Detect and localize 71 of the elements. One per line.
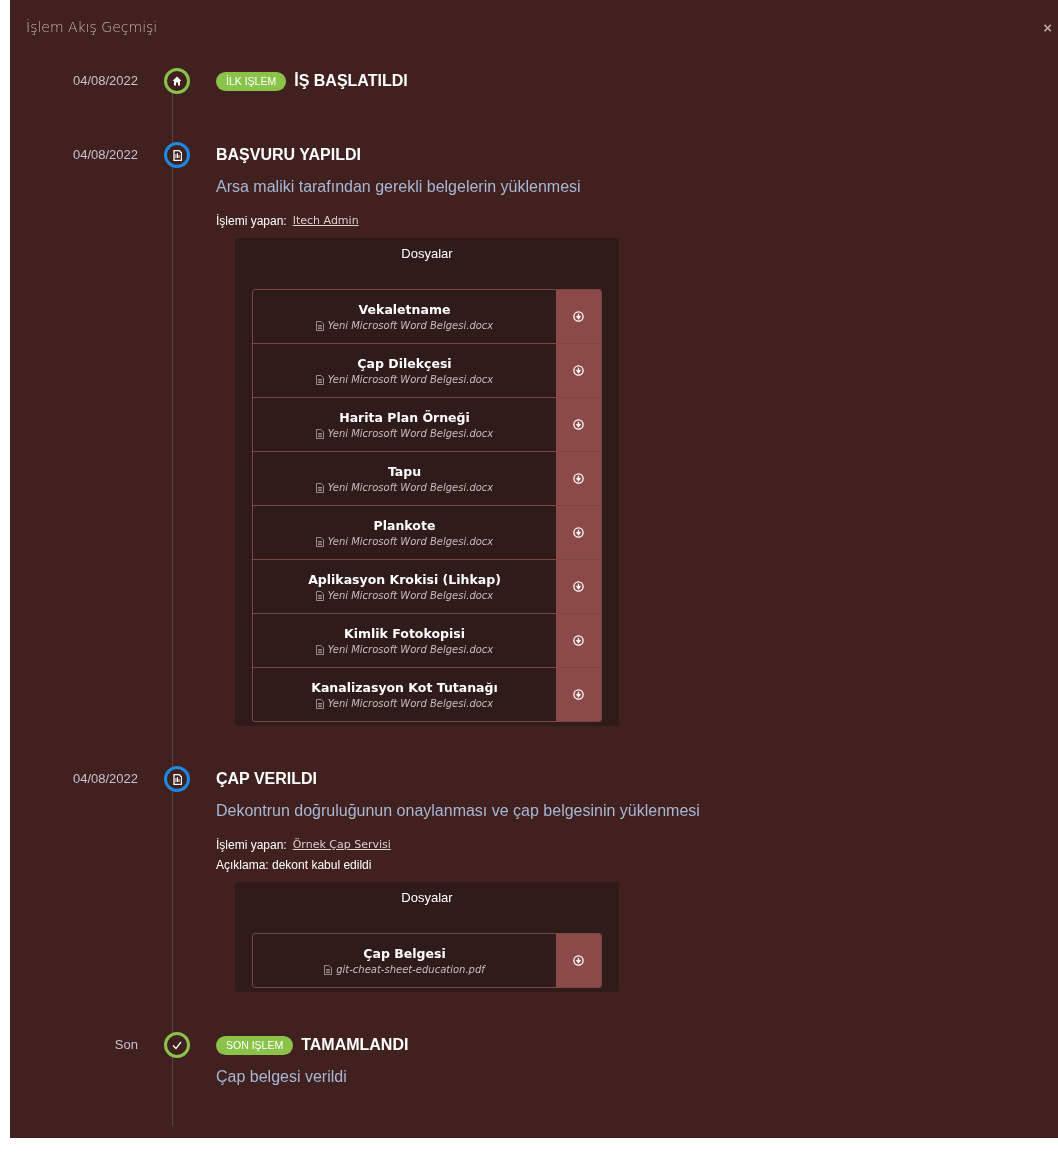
file-icon [315, 374, 324, 385]
file-name: Yeni Microsoft Word Belgesi.docx [327, 374, 494, 385]
file-icon [324, 964, 333, 975]
download-icon [573, 473, 584, 484]
event-date: 04/08/2022 [71, 770, 138, 788]
download-button[interactable] [556, 614, 601, 667]
file-name: git-cheat-sheet-education.pdf [336, 964, 485, 975]
download-icon [573, 635, 584, 646]
event-date: 04/08/2022 [71, 146, 138, 164]
download-button[interactable] [556, 934, 601, 987]
file-icon [315, 428, 324, 439]
event-date: 04/08/2022 [71, 72, 138, 90]
download-icon [573, 581, 584, 592]
file-title: Çap Dilekçesi [357, 356, 452, 371]
event-date: Son [113, 1036, 138, 1054]
file-title: Harita Plan Örneği [339, 410, 470, 425]
download-icon [573, 689, 584, 700]
document-icon [172, 773, 182, 785]
file-icon [315, 590, 324, 601]
file-name: Yeni Microsoft Word Belgesi.docx [327, 428, 494, 439]
files-title: Dosyalar [400, 246, 454, 261]
event-description: Dekontrun doğruluğunun onaylanması ve çap belgesinin yüklenmesi [216, 802, 700, 820]
event-title: BAŞVURU YAPILDI [216, 146, 361, 164]
file-icon [315, 320, 324, 331]
document-icon [172, 149, 182, 161]
dialog-title: İşlem Akış Geçmişi [26, 19, 158, 35]
event-title: İŞ BAŞLATILDI [294, 72, 408, 90]
home-icon [172, 76, 182, 86]
operator-label: İşlemi yapan: [216, 838, 287, 852]
file-icon [315, 536, 324, 547]
event-description: Arsa maliki tarafından gerekli belgelerin yüklenmesi [216, 178, 581, 196]
operator-link[interactable]: Örnek Çap Servisi [292, 838, 391, 852]
file-title: Plankote [373, 518, 436, 533]
download-icon [573, 955, 584, 966]
download-button[interactable] [556, 668, 601, 721]
file-title: Tapu [387, 464, 422, 479]
file-name: Yeni Microsoft Word Belgesi.docx [327, 644, 494, 655]
file-title: Vekaletname [358, 302, 451, 317]
download-icon [573, 419, 584, 430]
files-title: Dosyalar [400, 890, 454, 905]
event-note: Açıklama: dekont kabul edildi [216, 858, 372, 872]
download-button[interactable] [556, 344, 601, 397]
download-button[interactable] [556, 398, 601, 451]
file-title: Aplikasyon Krokisi (Lihkap) [308, 572, 501, 587]
download-icon [573, 365, 584, 376]
download-button[interactable] [556, 290, 601, 343]
status-badge: İLK IŞLEM [216, 71, 287, 91]
download-button[interactable] [556, 452, 601, 505]
download-icon [573, 311, 584, 322]
operator-link[interactable]: Itech Admin [292, 214, 359, 228]
event-description: Çap belgesi verildi [216, 1068, 347, 1086]
file-name: Yeni Microsoft Word Belgesi.docx [327, 698, 494, 709]
check-icon [172, 1040, 182, 1050]
status-badge: SON IŞLEM [216, 1035, 294, 1055]
close-button[interactable]: × [1043, 18, 1052, 36]
file-icon [315, 698, 324, 709]
file-name: Yeni Microsoft Word Belgesi.docx [327, 482, 494, 493]
operator-label: İşlemi yapan: [216, 214, 287, 228]
file-name: Yeni Microsoft Word Belgesi.docx [327, 536, 494, 547]
file-title: Kanalizasyon Kot Tutanağı [311, 680, 498, 695]
event-title: TAMAMLANDI [301, 1036, 409, 1054]
file-title: Çap Belgesi [363, 946, 446, 961]
event-title: ÇAP VERILDI [216, 770, 318, 788]
file-icon [315, 644, 324, 655]
download-button[interactable] [556, 506, 601, 559]
download-icon [573, 527, 584, 538]
file-name: Yeni Microsoft Word Belgesi.docx [327, 320, 494, 331]
download-button[interactable] [556, 560, 601, 613]
file-icon [315, 482, 324, 493]
file-title: Kimlik Fotokopisi [344, 626, 465, 641]
file-name: Yeni Microsoft Word Belgesi.docx [327, 590, 494, 601]
